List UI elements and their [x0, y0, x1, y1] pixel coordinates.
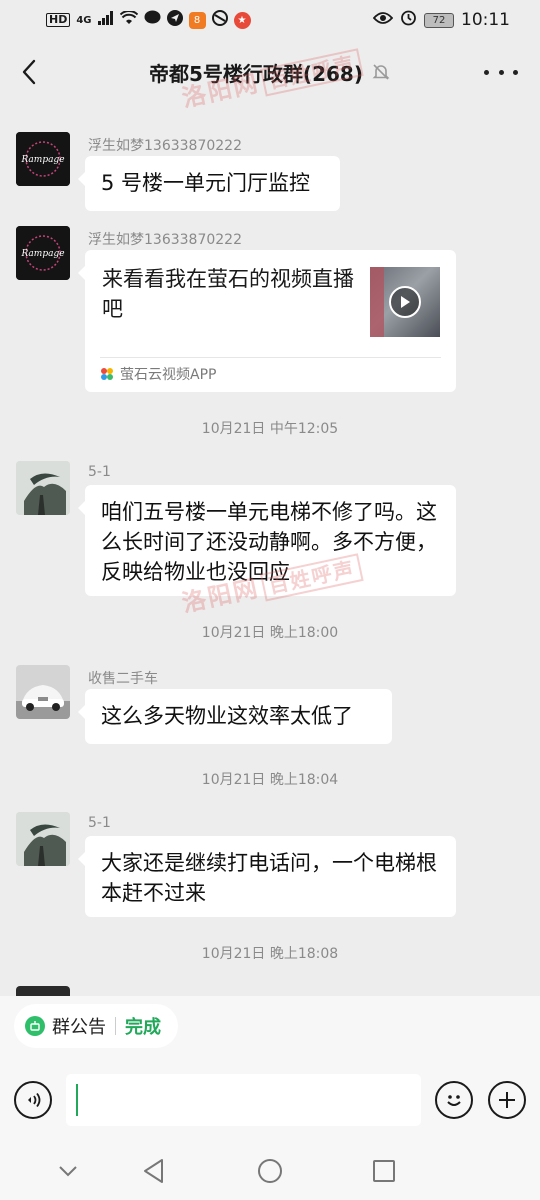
battery-icon: 72	[424, 12, 454, 28]
news-app-icon: ★	[233, 11, 251, 29]
app-notification-icon: 8	[188, 11, 206, 29]
play-icon	[389, 286, 421, 318]
hd-badge: HD	[46, 13, 71, 27]
video-thumbnail	[370, 267, 440, 337]
status-right-icons: 72 10:11	[372, 9, 510, 31]
card-source: 萤石云视频APP	[100, 364, 216, 384]
more-dot-icon	[498, 69, 504, 75]
message-bubble[interactable]: 这么多天物业这效率太低了	[78, 689, 392, 744]
chevron-left-icon	[22, 59, 36, 85]
eye-icon	[372, 11, 394, 30]
notice-done-button[interactable]: 完成	[125, 1013, 161, 1039]
sender-name: 5-1	[88, 815, 111, 831]
text-caret	[76, 1084, 78, 1116]
browser-icon	[211, 9, 228, 31]
send-arrow-icon	[166, 9, 183, 31]
announcement-icon	[25, 1016, 45, 1036]
avatar-image	[16, 665, 70, 719]
svg-text:Rampage: Rampage	[20, 249, 64, 259]
message-input[interactable]	[66, 1074, 421, 1126]
status-bar: HD 4G 8 ★ 72 10:11	[0, 0, 540, 40]
sender-name: 浮生如梦13633870222	[88, 232, 242, 248]
message-bubble[interactable]: 咱们五号楼一单元电梯不修了吗。这么长时间了还没动静啊。多不方便，反映给物业也没回…	[78, 485, 456, 596]
thumbnail-detail	[370, 267, 384, 337]
status-left-icons: HD 4G 8 ★	[46, 9, 251, 31]
ezviz-logo-icon	[101, 368, 113, 380]
plus-icon	[499, 1092, 515, 1108]
clock-time: 10:11	[461, 10, 510, 30]
avatar-5-1[interactable]	[16, 461, 70, 515]
chat-message-list[interactable]: Rampage 浮生如梦13633870222 5 号楼一单元门厅监控 Ramp…	[0, 104, 540, 996]
avatar-partial[interactable]	[16, 986, 70, 996]
card-title: 来看看我在萤石的视频直播吧	[102, 267, 354, 321]
nav-recents-button[interactable]	[367, 1154, 401, 1188]
card-divider	[100, 357, 441, 358]
network-type-label: 4G	[76, 14, 92, 26]
nav-back-button[interactable]	[137, 1154, 171, 1188]
group-notice-bar: 群公告 完成	[0, 996, 540, 1060]
chevron-down-icon	[59, 1166, 77, 1177]
more-dot-icon	[513, 69, 518, 75]
nav-home-button[interactable]	[253, 1154, 287, 1188]
svg-text:Rampage: Rampage	[20, 155, 64, 165]
group-notice-chip[interactable]: 群公告 完成	[14, 1004, 178, 1048]
emoji-icon	[447, 1095, 461, 1106]
voice-icon	[28, 1092, 41, 1108]
avatar-5-1[interactable]	[16, 812, 70, 866]
more-dot-icon	[484, 69, 489, 75]
avatar-image	[16, 812, 70, 866]
timestamp: 10月21日 晚上18:04	[201, 772, 339, 788]
card-source-label: 萤石云视频APP	[120, 367, 217, 383]
back-button[interactable]	[14, 54, 44, 90]
signal-icon	[97, 10, 114, 30]
avatar-image	[16, 461, 70, 515]
alarm-icon	[400, 9, 417, 31]
notice-divider	[115, 1017, 116, 1035]
avatar-image: Rampage	[16, 132, 70, 186]
chat-bubble-icon	[144, 10, 161, 30]
video-share-card[interactable]: 来看看我在萤石的视频直播吧 萤石云视频APP	[78, 250, 456, 392]
more-functions-button[interactable]	[488, 1081, 526, 1119]
triangle-back-icon	[144, 1159, 163, 1183]
timestamp: 10月21日 中午12:05	[201, 421, 339, 437]
hide-keyboard-button[interactable]	[51, 1154, 85, 1188]
avatar-used-car[interactable]	[16, 665, 70, 719]
square-recents-icon	[373, 1160, 395, 1182]
voice-button[interactable]	[14, 1081, 52, 1119]
more-options-button[interactable]	[484, 60, 518, 84]
message-bubble[interactable]: 5 号楼一单元门厅监控	[78, 156, 340, 211]
sender-name: 5-1	[88, 464, 111, 480]
message-input-bar	[0, 1060, 540, 1140]
avatar-rampage[interactable]: Rampage	[16, 226, 70, 280]
emoji-button[interactable]	[435, 1081, 473, 1119]
sender-name: 收售二手车	[88, 671, 158, 687]
timestamp: 10月21日 晚上18:08	[201, 946, 339, 962]
chat-header: 帝都5号楼行政群(268)	[0, 40, 540, 104]
wifi-icon	[119, 9, 138, 30]
avatar-image: Rampage	[16, 226, 70, 280]
chat-title: 帝都5号楼行政群(268)	[149, 61, 363, 86]
message-bubble[interactable]: 大家还是继续打电话问，一个电梯根本赶不过来	[78, 836, 456, 917]
sender-name: 浮生如梦13633870222	[88, 138, 242, 154]
avatar-rampage[interactable]: Rampage	[16, 132, 70, 186]
circle-home-icon	[258, 1159, 282, 1183]
mute-bell-icon	[371, 62, 391, 82]
group-notice-label: 群公告	[52, 1017, 106, 1038]
timestamp: 10月21日 晚上18:00	[201, 625, 339, 641]
system-navigation-bar	[0, 1140, 540, 1200]
